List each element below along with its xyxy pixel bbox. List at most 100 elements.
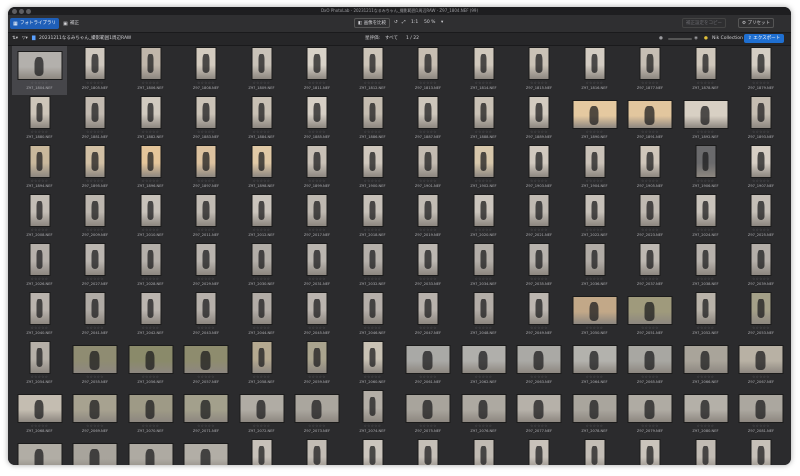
photo-thumbnail-cell[interactable]: ☆☆☆☆☆ Z97_2017.NEF [290, 193, 345, 242]
photo-thumbnail[interactable] [584, 439, 605, 465]
rating-stars[interactable]: ☆☆☆☆☆ [512, 277, 567, 281]
photo-thumbnail[interactable] [750, 96, 772, 129]
photo-thumbnail-cell[interactable]: ☆☆☆☆☆ Z97_2025.NEF [734, 193, 789, 242]
photo-thumbnail-cell[interactable]: ☆☆☆☆☆ Z97_2077.NEF [512, 389, 567, 438]
export-button[interactable]: ⇪ エクスポート [744, 34, 785, 43]
photo-thumbnail[interactable] [128, 345, 173, 374]
photo-thumbnail[interactable] [251, 439, 272, 465]
photo-thumbnail-cell[interactable]: ☆☆☆☆☆ Z97_2071.NEF [179, 389, 234, 438]
photo-thumbnail-cell[interactable]: ☆☆☆☆☆ Z97_1889.NEF [512, 95, 567, 144]
rating-stars[interactable]: ☆☆☆☆☆ [623, 375, 678, 379]
photo-thumbnail[interactable] [251, 96, 272, 129]
photo-thumbnail[interactable] [183, 345, 229, 374]
rating-stars[interactable]: ☆☆☆☆☆ [678, 424, 733, 428]
photo-thumbnail-cell[interactable]: ☆☆☆☆☆ Z97_2038.NEF [678, 242, 733, 291]
rating-stars[interactable]: ☆☆☆☆☆ [179, 228, 234, 232]
rating-stars[interactable]: ☆☆☆☆☆ [734, 277, 789, 281]
photo-thumbnail-cell[interactable]: ☆☆☆☆☆ Z97_1898.NEF [234, 144, 289, 193]
photo-thumbnail[interactable] [695, 292, 716, 325]
rating-stars[interactable]: ☆☆☆☆☆ [512, 81, 567, 85]
photo-thumbnail-cell[interactable]: ☆☆☆☆☆ Z97_2044.NEF [234, 291, 289, 340]
rating-stars[interactable]: ☆☆☆☆☆ [567, 424, 622, 428]
photo-thumbnail-cell[interactable]: ☆☆☆☆☆ Z97_1883.NEF [179, 95, 234, 144]
rating-stars[interactable]: ☆☆☆☆☆ [512, 424, 567, 428]
photo-thumbnail[interactable] [239, 394, 284, 423]
photo-thumbnail-cell[interactable]: ☆☆☆☆☆ Z97_2019.NEF [401, 193, 456, 242]
photo-thumbnail[interactable] [294, 394, 340, 423]
rating-stars[interactable]: ☆☆☆☆☆ [12, 277, 67, 281]
photo-thumbnail[interactable] [140, 47, 161, 80]
photo-thumbnail[interactable] [84, 292, 106, 325]
photo-thumbnail-cell[interactable]: ☆☆☆☆☆ Z97_2049.NEF [512, 291, 567, 340]
photo-thumbnail[interactable] [417, 47, 439, 80]
rating-stars[interactable]: ☆☆☆☆☆ [512, 228, 567, 232]
photo-thumbnail[interactable] [516, 345, 562, 374]
rating-stars[interactable]: ☆☆☆☆☆ [123, 326, 178, 330]
photo-thumbnail-cell[interactable]: ☆☆☆☆☆ Z97_1891.NEF [623, 95, 678, 144]
photo-thumbnail-cell[interactable]: ☆☆☆☆☆ Z97_2080.NEF [678, 389, 733, 438]
photo-thumbnail[interactable] [84, 47, 106, 80]
photo-thumbnail[interactable] [683, 345, 728, 374]
photo-thumbnail-cell[interactable]: ☆☆☆☆☆ Z97_1903.NEF [512, 144, 567, 193]
photo-thumbnail-cell[interactable]: ☆☆☆☆☆ Z97_2067.NEF [734, 340, 789, 389]
zoom-one-to-one[interactable]: 1:1 [411, 18, 418, 28]
rating-stars[interactable]: ☆☆☆☆☆ [623, 179, 678, 183]
photo-thumbnail[interactable] [84, 194, 106, 227]
photo-thumbnail[interactable] [473, 292, 494, 325]
photo-thumbnail[interactable] [140, 145, 161, 178]
photo-thumbnail-cell[interactable]: ☆☆☆☆☆ Z97_2072.NEF [234, 389, 289, 438]
rating-stars[interactable]: ☆☆☆☆☆ [68, 424, 123, 428]
rating-stars[interactable]: ☆☆☆☆☆ [567, 130, 622, 134]
photo-thumbnail[interactable] [639, 145, 661, 178]
photo-thumbnail-cell[interactable]: ☆☆☆☆☆ Z97_2009.NEF [68, 193, 123, 242]
zoom-level[interactable]: 50 % [424, 18, 435, 28]
rating-stars[interactable]: ☆☆☆☆☆ [456, 375, 511, 379]
rotate-left-icon[interactable]: ↺ [394, 18, 398, 28]
photo-thumbnail[interactable] [627, 394, 673, 423]
rating-stars[interactable]: ☆☆☆☆☆ [734, 130, 789, 134]
rating-stars[interactable]: ☆☆☆☆☆ [734, 179, 789, 183]
photo-thumbnail[interactable] [306, 96, 328, 129]
photo-thumbnail[interactable] [306, 292, 328, 325]
photo-thumbnail[interactable] [738, 394, 784, 423]
rating-stars[interactable]: ☆☆☆☆☆ [623, 326, 678, 330]
photo-thumbnail[interactable] [29, 243, 50, 276]
photo-thumbnail-cell[interactable]: ☆☆☆☆☆ Z97_2055.NEF [68, 340, 123, 389]
photo-thumbnail-cell[interactable]: ☆☆☆☆☆ Z97_1805.NEF [68, 46, 123, 95]
photo-thumbnail-cell[interactable]: ☆☆☆☆☆ Z97_2061.NEF [401, 340, 456, 389]
photo-thumbnail[interactable] [417, 145, 439, 178]
photo-thumbnail[interactable] [639, 194, 661, 227]
photo-thumbnail-cell[interactable]: ☆☆☆☆☆ Z97_2056.NEF [123, 340, 178, 389]
rating-stars[interactable]: ☆☆☆☆☆ [290, 228, 345, 232]
rating-stars[interactable]: ☆☆☆☆☆ [12, 81, 67, 85]
photo-thumbnail-cell[interactable]: ☆☆☆☆☆ Z97_1899.NEF [290, 144, 345, 193]
photo-thumbnail-cell[interactable]: ☆☆☆☆☆ Z97_1880.NEF [12, 95, 67, 144]
photo-thumbnail[interactable] [140, 194, 161, 227]
photo-thumbnail-cell[interactable]: ☆☆☆☆☆ Z97_2035.NEF [512, 242, 567, 291]
photo-thumbnail[interactable] [306, 243, 328, 276]
photo-thumbnail[interactable] [695, 439, 716, 465]
rating-stars[interactable]: ☆☆☆☆☆ [345, 228, 400, 232]
photo-thumbnail[interactable] [84, 243, 106, 276]
photo-thumbnail-cell[interactable]: ☆☆☆☆☆Z97_2082.NEF [12, 438, 67, 465]
photo-thumbnail-cell[interactable]: ☆☆☆☆☆ Z97_1811.NEF [290, 46, 345, 95]
rating-stars[interactable]: ☆☆☆☆☆ [623, 130, 678, 134]
photo-thumbnail[interactable] [683, 394, 728, 423]
photo-thumbnail-cell[interactable]: ☆☆☆☆☆ Z97_2063.NEF [512, 340, 567, 389]
rating-stars[interactable]: ☆☆☆☆☆ [123, 130, 178, 134]
photo-thumbnail[interactable] [572, 100, 617, 129]
rating-stars[interactable]: ☆☆☆☆☆ [678, 130, 733, 134]
rating-stars[interactable]: ☆☆☆☆☆ [68, 326, 123, 330]
photo-thumbnail-cell[interactable]: ☆☆☆☆☆ Z97_1894.NEF [12, 144, 67, 193]
photo-thumbnail-cell[interactable]: ☆☆☆☆☆Z97_2092.NEF [567, 438, 622, 465]
rating-stars[interactable]: ☆☆☆☆☆ [512, 130, 567, 134]
filter-icon[interactable]: ▽▾ [22, 34, 28, 44]
nik-collection-button[interactable]: Nik Collection [712, 34, 743, 44]
photo-thumbnail-cell[interactable]: ☆☆☆☆☆ Z97_2034.NEF [456, 242, 511, 291]
photo-thumbnail[interactable] [417, 96, 439, 129]
photo-thumbnail[interactable] [572, 296, 617, 325]
photo-thumbnail[interactable] [251, 341, 272, 374]
photo-thumbnail-cell[interactable]: ☆☆☆☆☆Z97_2085.NEF [179, 438, 234, 465]
photo-thumbnail[interactable] [639, 47, 661, 80]
rating-stars[interactable]: ☆☆☆☆☆ [123, 81, 178, 85]
